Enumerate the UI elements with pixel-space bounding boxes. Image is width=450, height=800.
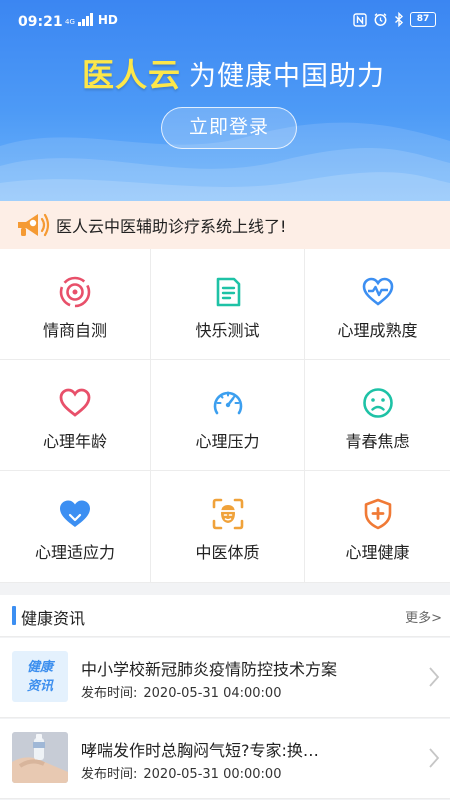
grid-item-anxiety[interactable]: 青春焦虑 — [305, 360, 450, 471]
grid-item-tcm-constitution[interactable]: 中医体质 — [151, 471, 305, 583]
grid-item-label: 中医体质 — [195, 543, 260, 562]
grid-item-happiness-test[interactable]: 快乐测试 — [151, 249, 305, 360]
grid-item-label: 快乐测试 — [195, 321, 260, 340]
news-headline: 中小学校新冠肺炎疫情防控技术方案 — [81, 660, 338, 679]
news-section-header: 健康资讯 更多> — [0, 595, 450, 637]
grid-item-stress[interactable]: 心理压力 — [151, 360, 305, 471]
grid-item-label: 心理压力 — [195, 432, 260, 451]
signal-icon — [77, 13, 93, 26]
news-thumbnail-tag: 健康 资讯 — [12, 651, 68, 702]
document-icon — [216, 277, 240, 307]
section-accent-bar — [12, 606, 16, 625]
grid-item-mental-age[interactable]: 心理年龄 — [0, 360, 151, 471]
news-section-title: 健康资讯 — [21, 609, 86, 628]
news-item[interactable]: 哮喘发作时总胸闷气短?专家:换… 发布时间: 2020-05-31 00:00:0… — [0, 719, 450, 799]
notice-bar[interactable]: 医人云中医辅助诊疗系统上线了! — [0, 201, 450, 249]
battery-indicator: 87 — [410, 12, 436, 27]
nfc-icon — [353, 12, 367, 27]
app-screen: 09:21 4G HD 87 医人云 为健康中国助力 立即登录 医人云中医辅助诊… — [0, 0, 450, 800]
bluetooth-icon — [395, 12, 404, 27]
thumb-line: 资讯 — [26, 679, 53, 694]
sad-face-icon — [362, 388, 393, 418]
megaphone-icon — [18, 213, 50, 237]
network-type-label: HD — [97, 13, 118, 27]
network-indicator: 4G HD — [65, 13, 118, 26]
network-small-label: 4G — [65, 18, 75, 26]
grid-item-label: 青春焦虑 — [345, 432, 410, 451]
publish-time: 2020-05-31 04:00:00 — [143, 686, 282, 701]
slogan: 为健康中国助力 — [189, 60, 386, 92]
news-thumbnail-image — [12, 732, 68, 783]
news-more-link[interactable]: 更多> — [405, 607, 442, 626]
chevron-right-icon — [429, 748, 440, 768]
header-banner: 09:21 4G HD 87 医人云 为健康中国助力 立即登录 — [0, 0, 450, 201]
grid-item-mental-health[interactable]: 心理健康 — [305, 471, 450, 583]
shield-plus-icon — [364, 498, 391, 530]
news-meta: 发布时间: 2020-05-31 04:00:00 — [81, 682, 281, 701]
heart-filled-icon — [60, 500, 90, 527]
thumb-line: 健康 — [26, 660, 53, 675]
publish-time: 2020-05-31 00:00:00 — [143, 767, 282, 782]
news-headline: 哮喘发作时总胸闷气短?专家:换… — [81, 741, 319, 760]
status-time: 09:21 — [18, 14, 63, 30]
grid-item-maturity[interactable]: 心理成熟度 — [305, 249, 450, 360]
alarm-icon — [374, 13, 387, 26]
grid-item-label: 心理年龄 — [42, 432, 107, 451]
grid-item-label: 心理健康 — [345, 543, 410, 562]
target-icon — [59, 276, 91, 308]
status-bar: 09:21 4G HD 87 — [0, 0, 450, 42]
heart-pulse-icon — [362, 277, 393, 306]
grid-item-eq-test[interactable]: 情商自测 — [0, 249, 151, 360]
publish-time-label: 发布时间: — [81, 686, 138, 701]
notice-text: 医人云中医辅助诊疗系统上线了! — [56, 217, 287, 236]
news-item[interactable]: 健康 资讯 中小学校新冠肺炎疫情防控技术方案 发布时间: 2020-05-31 0… — [0, 638, 450, 718]
gauge-icon — [213, 391, 242, 415]
heart-outline-icon — [59, 388, 91, 417]
chevron-right-icon — [429, 667, 440, 687]
face-scan-icon — [212, 498, 243, 530]
grid-item-label: 情商自测 — [42, 321, 107, 340]
publish-time-label: 发布时间: — [81, 767, 138, 782]
login-button[interactable]: 立即登录 — [161, 107, 297, 149]
logo-text: 医人云 — [82, 56, 182, 94]
brand: 医人云 为健康中国助力 — [82, 50, 385, 96]
grid-item-label: 心理成熟度 — [337, 321, 418, 340]
grid-item-adaptability[interactable]: 心理适应力 — [0, 471, 151, 583]
status-icons: 87 — [353, 12, 436, 27]
grid-item-label: 心理适应力 — [34, 543, 115, 562]
news-meta: 发布时间: 2020-05-31 00:00:00 — [81, 763, 281, 782]
feature-grid: 情商自测 快乐测试 心理成熟度 心理年龄 心理压力 青春焦虑 心理适应力 中医体… — [0, 249, 450, 583]
